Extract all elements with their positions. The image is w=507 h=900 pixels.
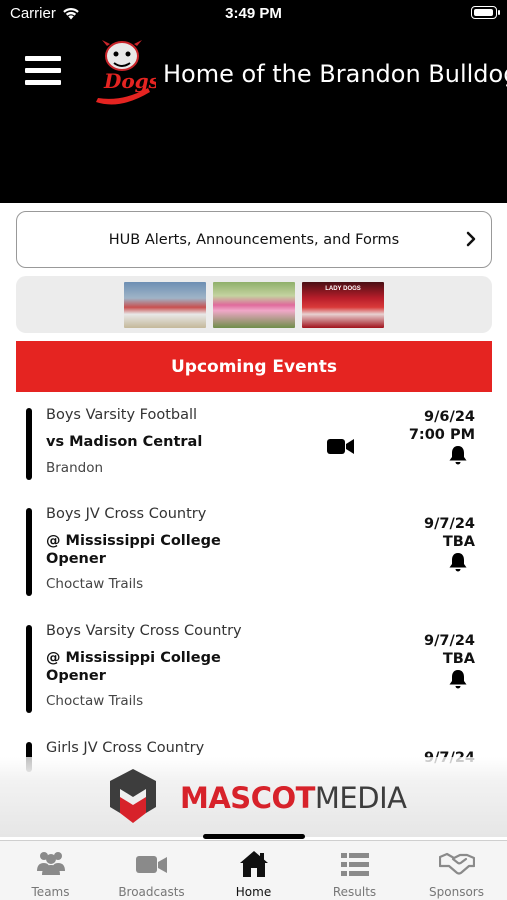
- people-icon: [36, 852, 65, 875]
- sponsor-name-part1: MASCOT: [180, 781, 315, 815]
- event-date: 9/6/24: [424, 409, 475, 425]
- sponsor-name: MASCOTMEDIA: [180, 781, 407, 815]
- event-location: Choctaw Trails: [46, 576, 144, 592]
- chevron-right-icon: [466, 231, 476, 247]
- home-indicator: [203, 834, 305, 839]
- logo-text: Dogs: [103, 69, 156, 93]
- battery-icon: [471, 6, 500, 19]
- event-sport: Boys Varsity Football: [46, 407, 198, 423]
- menu-icon[interactable]: [25, 55, 61, 87]
- tab-label: Broadcasts: [118, 885, 185, 899]
- upcoming-events-title: Upcoming Events: [170, 356, 338, 377]
- event-divider-bar: [26, 408, 32, 480]
- event-item[interactable]: Boys JV Cross Country @ Mississippi Coll…: [0, 500, 507, 610]
- event-location: Choctaw Trails: [46, 693, 144, 709]
- event-date: 9/7/24: [424, 633, 475, 649]
- event-item[interactable]: Boys Varsity Football vs Madison Central…: [0, 400, 507, 490]
- event-date: 9/7/24: [424, 516, 475, 532]
- mascot-media-logo-icon: [110, 769, 156, 823]
- event-time: 7:00 PM: [408, 427, 475, 443]
- team-photo-lady-dogs[interactable]: LADY DOGS: [302, 282, 384, 328]
- team-photo-group[interactable]: [213, 282, 295, 328]
- handshake-icon: [438, 852, 475, 875]
- team-photo-baseball[interactable]: [124, 282, 206, 328]
- event-time: TBA: [442, 651, 475, 667]
- event-opponent: @ Mississippi College Opener: [46, 533, 221, 567]
- photo-carousel[interactable]: LADY DOGS: [16, 276, 492, 333]
- tab-home[interactable]: Home: [203, 841, 304, 900]
- home-icon: [239, 851, 268, 877]
- list-icon: [340, 853, 369, 876]
- photo-caption: LADY DOGS: [325, 286, 361, 292]
- video-camera-icon[interactable]: [327, 438, 354, 455]
- tab-results[interactable]: Results: [304, 841, 405, 900]
- sponsor-banner[interactable]: MASCOTMEDIA: [0, 757, 507, 837]
- event-divider-bar: [26, 508, 32, 596]
- bell-icon[interactable]: [447, 551, 469, 573]
- tab-label: Teams: [31, 885, 70, 899]
- tab-broadcasts[interactable]: Broadcasts: [101, 841, 202, 900]
- bulldog-logo[interactable]: Dogs: [90, 36, 156, 112]
- event-sport: Boys JV Cross Country: [46, 506, 207, 522]
- tab-label: Home: [235, 885, 272, 899]
- tab-label: Sponsors: [429, 885, 484, 899]
- tab-bar: Teams Broadcasts Home Results Sponsors: [0, 840, 507, 900]
- sponsor-name-part2: MEDIA: [314, 781, 407, 815]
- clock: 3:49 PM: [225, 5, 282, 22]
- bell-icon[interactable]: [447, 668, 469, 690]
- upcoming-events-header: Upcoming Events: [16, 341, 492, 392]
- tab-teams[interactable]: Teams: [0, 841, 101, 900]
- event-sport: Boys Varsity Cross Country: [46, 623, 242, 639]
- bell-icon[interactable]: [447, 444, 469, 466]
- event-opponent: @ Mississippi College Opener: [46, 650, 221, 684]
- event-time: TBA: [442, 534, 475, 550]
- event-location: Brandon: [46, 460, 104, 476]
- event-item[interactable]: Boys Varsity Cross Country @ Mississippi…: [0, 617, 507, 727]
- status-bar: Carrier 3:49 PM: [0, 0, 507, 28]
- hub-alerts-label: HUB Alerts, Announcements, and Forms: [108, 231, 400, 248]
- hub-alerts-button[interactable]: HUB Alerts, Announcements, and Forms: [16, 211, 492, 268]
- event-opponent: vs Madison Central: [46, 434, 203, 450]
- tab-label: Results: [332, 885, 377, 899]
- page-title: Home of the Brandon Bulldogs: [163, 60, 507, 88]
- event-divider-bar: [26, 625, 32, 713]
- app-header: Carrier 3:49 PM Dogs Home of the Brandon…: [0, 0, 507, 203]
- video-camera-icon: [135, 856, 167, 873]
- tab-sponsors[interactable]: Sponsors: [406, 841, 507, 900]
- event-sport: Girls JV Cross Country: [46, 740, 205, 756]
